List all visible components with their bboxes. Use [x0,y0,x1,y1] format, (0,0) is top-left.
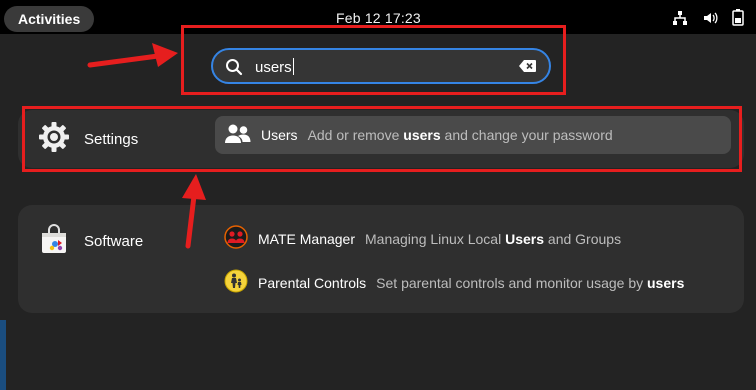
annotation-arrows [87,43,206,249]
annotation-arrow-right [87,43,178,68]
annotation-arrow-up [182,174,206,249]
